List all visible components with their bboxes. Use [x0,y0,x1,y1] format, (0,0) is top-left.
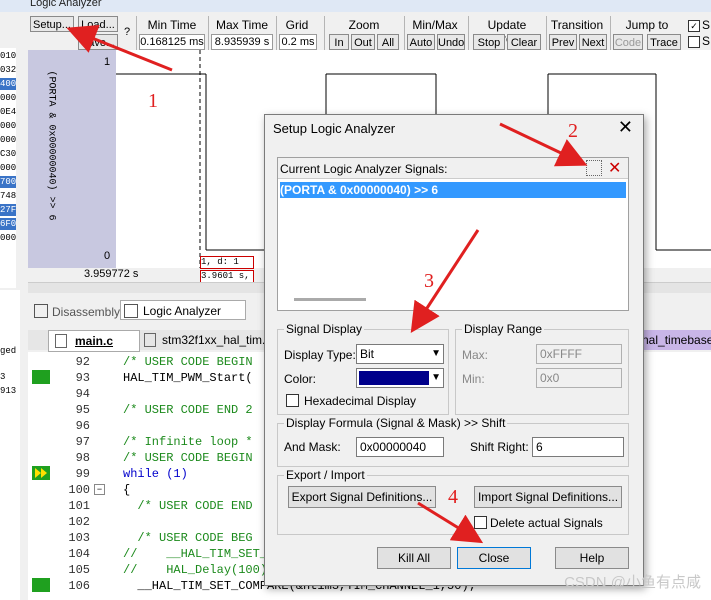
annotation-number-3: 3 [424,270,434,292]
annotation-number-2: 2 [568,120,578,142]
annotation-number-1: 1 [148,90,158,112]
annotation-number-4: 4 [448,486,458,508]
watermark: CSDN @小鱼有点咸 [564,574,701,591]
annotation-arrow-1 [66,24,173,72]
annotation-overlay [66,24,588,544]
